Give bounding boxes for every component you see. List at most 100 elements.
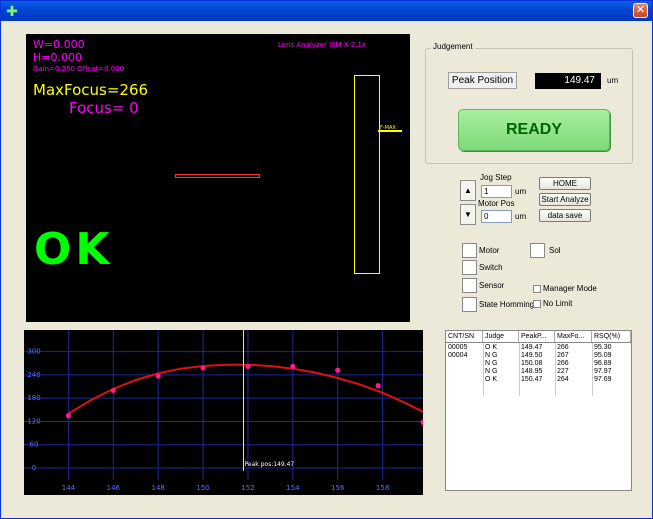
y-tick-label: 300 — [27, 348, 40, 356]
table-cell: 95.09 — [594, 352, 612, 359]
width-readout: W=0.000 — [33, 38, 85, 51]
sol-status-label: Sol — [549, 246, 561, 255]
home-button[interactable]: HOME — [539, 177, 591, 190]
x-tick-label: 148 — [152, 484, 165, 492]
focus-target-bar — [175, 174, 260, 178]
jog-step-label: Jog Step — [480, 173, 512, 182]
col-header-rsq[interactable]: RSQ(%) — [592, 331, 631, 342]
table-row[interactable]: N G 150.08 266 96.89 — [446, 360, 631, 368]
col-header-maxfocus[interactable]: MaxFo... — [555, 331, 592, 342]
maxfocus-readout: MaxFocus=266 — [33, 81, 149, 99]
switch-status-label: Switch — [479, 263, 503, 272]
table-cell: 148.95 — [521, 368, 543, 375]
table-cell: 267 — [557, 352, 569, 359]
y-tick-label: 120 — [27, 417, 40, 425]
main-window: ✚ ✕ W=0.000 H=0.000 Gain=0.250 Offset=0.… — [0, 0, 653, 519]
table-cell — [446, 360, 483, 368]
camera-monitor: W=0.000 H=0.000 Gain=0.250 Offset=0.000 … — [26, 34, 410, 322]
ready-indicator[interactable]: READY — [458, 109, 610, 151]
analyzer-title: Lens Analyzer ISM X-2.1x — [278, 41, 367, 49]
fit-curve-line — [67, 363, 423, 415]
jog-step-input[interactable]: 1 — [481, 185, 512, 198]
table-cell: 264 — [557, 376, 569, 383]
table-cell: 97.69 — [594, 376, 612, 383]
table-cell — [446, 376, 483, 384]
peak-position-label: Peak pos:149.47 — [244, 461, 294, 468]
table-row[interactable]: 00005 O K 149.47 266 95.30 — [446, 344, 631, 352]
focus-curve-svg: 144 146 148 150 152 154 156 158 0 60 120 180 240 300 P… — [24, 330, 423, 492]
green-cross-icon: ✚ — [6, 3, 18, 19]
table-cell: N G — [485, 360, 498, 367]
col-header-cnt[interactable]: CNT/SN — [446, 331, 483, 342]
table-row[interactable]: 00004 N G 149.50 267 95.09 — [446, 352, 631, 360]
no-limit-label: No Limit — [543, 299, 573, 308]
homming-status-box — [462, 297, 477, 312]
x-tick-label: 150 — [196, 484, 209, 492]
y-tick-label: 60 — [30, 441, 39, 449]
results-table: CNT/SN Judge PeakP... MaxFo... RSQ(%) 00… — [445, 330, 632, 491]
x-tick-label: 158 — [376, 484, 389, 492]
table-header: CNT/SN Judge PeakP... MaxFo... RSQ(%) — [446, 331, 631, 343]
table-cell: N G — [485, 352, 498, 359]
table-row[interactable]: N G 148.95 227 97.97 — [446, 368, 631, 376]
homming-status-label: State Homming — [479, 300, 535, 309]
data-save-button[interactable]: data save — [539, 209, 591, 222]
table-cell: 00004 — [448, 352, 468, 359]
data-point — [375, 383, 381, 389]
table-cell: O K — [485, 376, 498, 383]
table-cell: 150.08 — [521, 360, 543, 367]
jog-down-button[interactable]: ▼ — [460, 204, 476, 225]
no-limit-checkbox[interactable] — [533, 300, 541, 308]
data-point — [155, 373, 161, 379]
manager-mode-label: Manager Mode — [543, 284, 597, 293]
table-cell: 00005 — [448, 344, 468, 351]
data-point — [420, 419, 423, 425]
table-cell: 96.89 — [594, 360, 612, 367]
data-point — [245, 363, 251, 369]
sensor-status-label: Sensor — [479, 281, 505, 290]
title-bar[interactable]: ✚ ✕ — [1, 1, 652, 21]
gain-offset-readout: Gain=0.250 Offset=0.000 — [33, 65, 125, 73]
x-tick-label: 154 — [286, 484, 300, 492]
table-cell: O K — [485, 344, 498, 351]
data-point — [335, 367, 341, 373]
data-point — [200, 365, 206, 371]
data-point — [65, 413, 72, 419]
jog-up-button[interactable]: ▲ — [460, 180, 476, 201]
x-tick-label: 144 — [62, 484, 76, 492]
table-cell: 227 — [557, 368, 569, 375]
motor-pos-label: Motor Pos — [478, 199, 515, 208]
col-header-judge[interactable]: Judge — [483, 331, 519, 342]
table-row[interactable]: O K 150.47 264 97.69 — [446, 376, 631, 384]
sol-status-box — [530, 243, 545, 258]
table-cell: 266 — [557, 344, 569, 351]
fmax-label: F-MAX — [380, 125, 396, 131]
table-cell: 95.30 — [594, 344, 612, 351]
start-analyze-button[interactable]: Start Analyze — [539, 193, 591, 206]
height-readout: H=0.000 — [33, 51, 82, 64]
motor-status-box — [462, 243, 477, 258]
table-cell — [446, 368, 483, 376]
table-cell: 149.50 — [521, 352, 543, 359]
sensor-status-box — [462, 278, 477, 293]
y-tick-label: 240 — [27, 371, 40, 379]
judgement-group-label: Judgement — [431, 42, 475, 51]
motor-pos-input[interactable]: 0 — [481, 210, 512, 223]
focus-level-meter — [354, 75, 380, 274]
y-tick-label: 0 — [32, 464, 36, 472]
manager-mode-checkbox[interactable] — [533, 285, 541, 293]
x-tick-label: 152 — [241, 484, 254, 492]
peak-position-value: 149.47 — [535, 73, 601, 89]
motor-pos-unit: um — [515, 212, 527, 221]
ok-result: OK — [34, 224, 114, 275]
table-cell: N G — [485, 368, 498, 375]
peak-position-unit: um — [607, 76, 619, 85]
motor-status-label: Motor — [479, 246, 500, 255]
peak-position-label: Peak Position — [448, 72, 517, 89]
close-button[interactable]: ✕ — [633, 3, 648, 18]
focus-readout: Focus= 0 — [69, 99, 139, 117]
table-cell: 149.47 — [521, 344, 543, 351]
col-header-peak[interactable]: PeakP... — [519, 331, 555, 342]
table-cell: 97.97 — [594, 368, 612, 375]
data-point — [110, 387, 116, 394]
